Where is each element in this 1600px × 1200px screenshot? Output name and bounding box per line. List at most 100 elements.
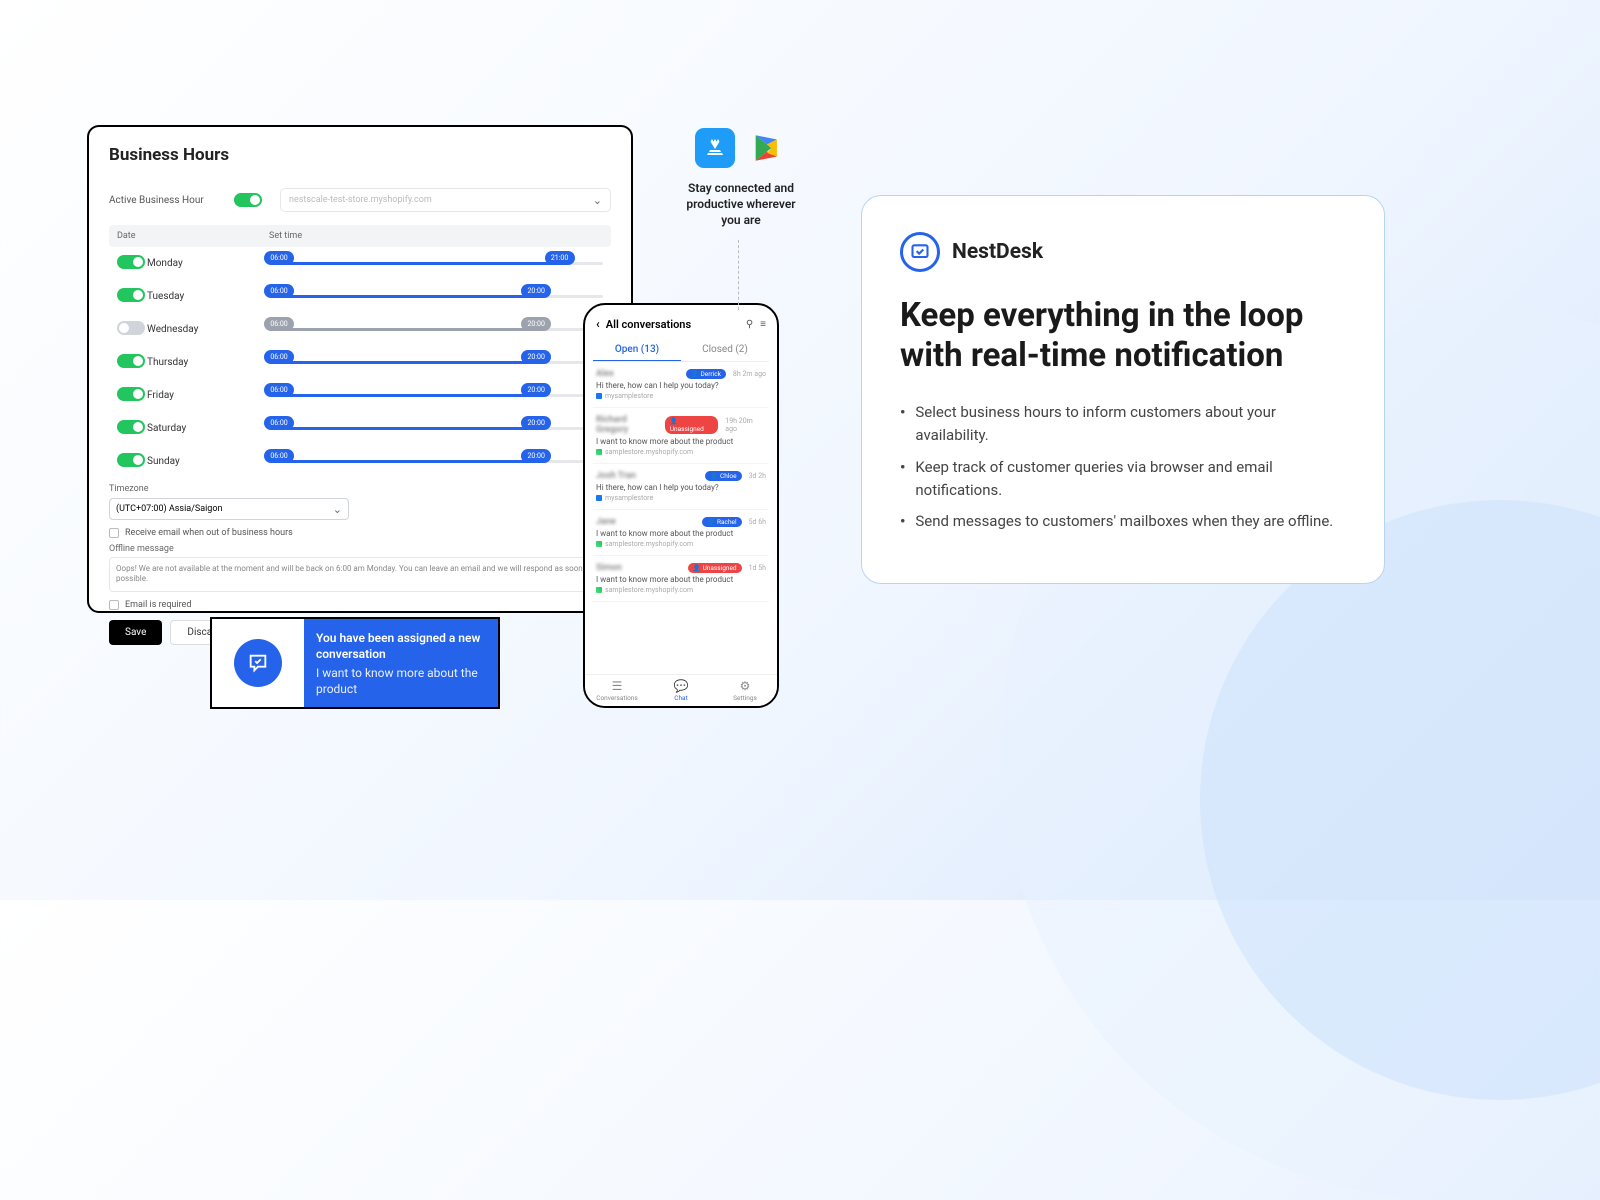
day-row: Thursday 06:00 20:00 xyxy=(109,346,611,379)
day-name: Saturday xyxy=(147,423,269,434)
col-settime: Set time xyxy=(269,231,603,241)
conv-name: Simon xyxy=(596,563,622,573)
conv-preview: I want to know more about the product xyxy=(596,529,766,538)
toast-icon-wrap xyxy=(212,619,304,707)
slider-end[interactable]: 21:00 xyxy=(545,251,575,265)
assigned-badge: 👤 Rachel xyxy=(702,517,741,527)
source-icon xyxy=(596,393,602,399)
slider-end[interactable]: 20:00 xyxy=(521,449,551,463)
conversation-item[interactable]: Alex👤 Derrick8h 2m ago Hi there, how can… xyxy=(593,362,769,408)
day-row: Wednesday 06:00 20:00 xyxy=(109,313,611,346)
slider-end[interactable]: 20:00 xyxy=(521,416,551,430)
filter-icon[interactable]: ⚲ xyxy=(746,319,753,330)
conv-name: Alex xyxy=(596,369,614,379)
feature-bullet: Select business hours to inform customer… xyxy=(900,401,1346,448)
day-toggle[interactable] xyxy=(117,321,145,335)
appstore-icon[interactable] xyxy=(695,128,735,168)
feature-card: NestDesk Keep everything in the loop wit… xyxy=(861,195,1385,584)
slider-start[interactable]: 06:00 xyxy=(264,416,294,430)
source-name: samplestore.myshopify.com xyxy=(605,540,693,548)
timezone-value: (UTC+07:00) Assia/Saigon xyxy=(116,504,222,514)
active-business-hour-toggle[interactable] xyxy=(234,193,262,207)
conversation-item[interactable]: Jane👤 Rachel5d 6h I want to know more ab… xyxy=(593,510,769,556)
slider-end[interactable]: 20:00 xyxy=(521,350,551,364)
time-slider[interactable]: 06:00 21:00 xyxy=(269,257,603,271)
slider-start[interactable]: 06:00 xyxy=(264,317,294,331)
time-slider[interactable]: 06:00 20:00 xyxy=(269,323,603,337)
conv-name: Jane xyxy=(596,517,616,527)
assigned-badge: 👤 Chloe xyxy=(705,471,741,481)
chat-icon xyxy=(234,639,282,687)
toast-message: I want to know more about the product xyxy=(316,666,486,697)
conversation-item[interactable]: Simon 👤 Unassigned 1d 5h I want to know mo… xyxy=(593,556,769,602)
chat-icon: 💬 xyxy=(649,679,713,693)
business-hours-window: Business Hours Active Business Hour nest… xyxy=(87,125,633,613)
receive-email-checkbox[interactable] xyxy=(109,528,119,538)
slider-start[interactable]: 06:00 xyxy=(264,284,294,298)
source-icon xyxy=(596,587,602,593)
offline-message-input[interactable]: Oops! We are not available at the moment… xyxy=(109,557,611,592)
nav-settings[interactable]: ⚙Settings xyxy=(713,675,777,706)
day-toggle[interactable] xyxy=(117,255,145,269)
source-icon xyxy=(596,495,602,501)
phone-mockup: ‹ All conversations ⚲ ≡ Open (13) Closed… xyxy=(583,303,779,708)
conversation-item[interactable]: Josh Tran👤 Chloe3d 2h Hi there, how can … xyxy=(593,464,769,510)
time-slider[interactable]: 06:00 20:00 xyxy=(269,290,603,304)
dotted-connector xyxy=(738,240,739,310)
tab-open[interactable]: Open (13) xyxy=(593,339,681,361)
headline: Keep everything in the loop with real-ti… xyxy=(900,296,1346,375)
time-slider[interactable]: 06:00 20:00 xyxy=(269,422,603,436)
conversation-item[interactable]: Richard Gregory👤 Unassigned19h 20m ago I… xyxy=(593,408,769,464)
store-caption: Stay connected and productive wherever y… xyxy=(676,180,806,229)
nav-conversations[interactable]: ☰Conversations xyxy=(585,675,649,706)
slider-start[interactable]: 06:00 xyxy=(264,251,294,265)
phone-title: All conversations xyxy=(606,318,740,331)
conv-preview: Hi there, how can I help you today? xyxy=(596,381,766,390)
day-toggle[interactable] xyxy=(117,453,145,467)
notification-toast[interactable]: You have been assigned a new conversatio… xyxy=(210,617,500,709)
conv-name: Richard Gregory xyxy=(596,415,661,435)
day-toggle[interactable] xyxy=(117,387,145,401)
time-slider[interactable]: 06:00 20:00 xyxy=(269,455,603,469)
day-row: Monday 06:00 21:00 xyxy=(109,247,611,280)
save-button[interactable]: Save xyxy=(109,620,162,645)
page-title: Business Hours xyxy=(109,145,611,165)
assigned-badge: 👤 Unassigned xyxy=(688,563,742,573)
day-toggle[interactable] xyxy=(117,420,145,434)
email-required-checkbox[interactable] xyxy=(109,600,119,610)
day-toggle[interactable] xyxy=(117,354,145,368)
conv-time: 3d 2h xyxy=(749,472,766,480)
slider-end[interactable]: 20:00 xyxy=(521,284,551,298)
time-slider[interactable]: 06:00 20:00 xyxy=(269,389,603,403)
conv-preview: I want to know more about the product xyxy=(596,575,766,584)
tab-closed[interactable]: Closed (2) xyxy=(681,339,769,361)
toast-title: You have been assigned a new conversatio… xyxy=(316,631,486,662)
conv-preview: I want to know more about the product xyxy=(596,437,766,446)
playstore-icon[interactable] xyxy=(747,128,787,168)
slider-start[interactable]: 06:00 xyxy=(264,350,294,364)
slider-start[interactable]: 06:00 xyxy=(264,383,294,397)
back-icon[interactable]: ‹ xyxy=(596,317,600,331)
day-row: Tuesday 06:00 20:00 xyxy=(109,280,611,313)
day-toggle[interactable] xyxy=(117,288,145,302)
day-name: Monday xyxy=(147,258,269,269)
timezone-select[interactable]: (UTC+07:00) Assia/Saigon ⌄ xyxy=(109,498,349,520)
active-business-hour-label: Active Business Hour xyxy=(109,195,234,206)
store-badges: Stay connected and productive wherever y… xyxy=(676,128,806,229)
conv-time: 1d 5h xyxy=(749,564,766,572)
slider-end[interactable]: 20:00 xyxy=(521,317,551,331)
slider-start[interactable]: 06:00 xyxy=(264,449,294,463)
offline-message-label: Offline message xyxy=(109,544,611,554)
nav-chat[interactable]: 💬Chat xyxy=(649,675,713,706)
email-required-label: Email is required xyxy=(125,600,191,610)
col-date: Date xyxy=(117,231,269,241)
store-select[interactable]: nestscale-test-store.myshopify.com ⌄ xyxy=(280,188,611,212)
day-row: Saturday 06:00 20:00 xyxy=(109,412,611,445)
feature-bullet: Keep track of customer queries via brows… xyxy=(900,456,1346,503)
sort-icon[interactable]: ≡ xyxy=(760,319,766,330)
time-slider[interactable]: 06:00 20:00 xyxy=(269,356,603,370)
day-row: Sunday 06:00 20:00 xyxy=(109,445,611,478)
conv-preview: Hi there, how can I help you today? xyxy=(596,483,766,492)
brand-name: NestDesk xyxy=(952,240,1043,264)
slider-end[interactable]: 20:00 xyxy=(521,383,551,397)
